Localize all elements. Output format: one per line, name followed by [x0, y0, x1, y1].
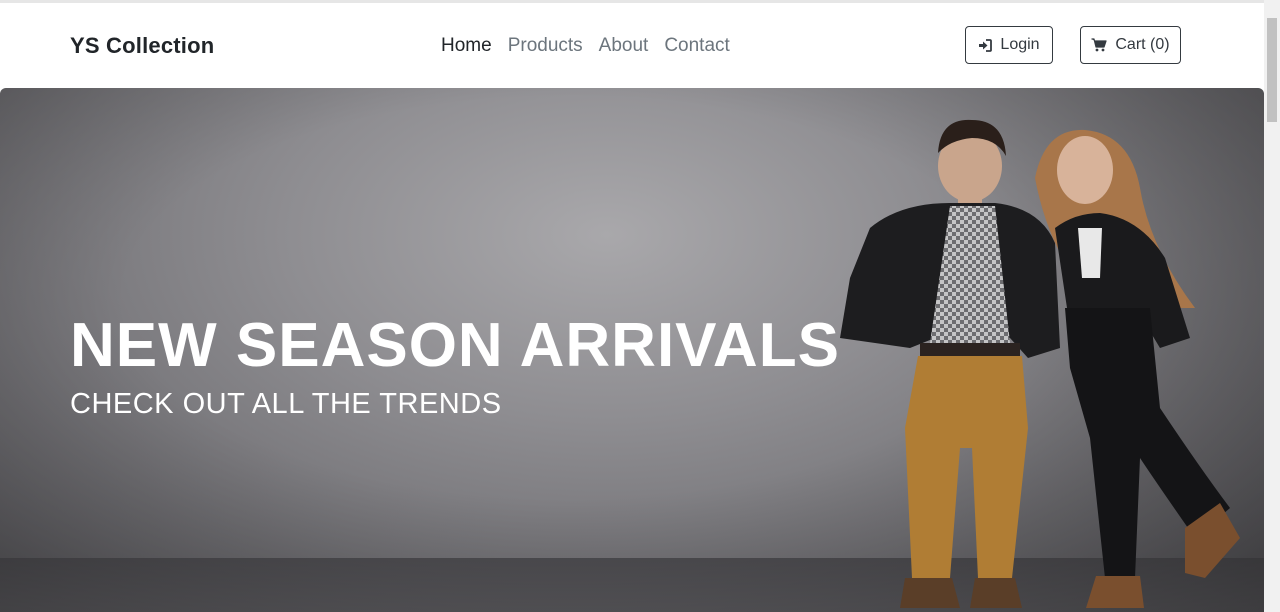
nav-link-about[interactable]: About: [599, 35, 649, 57]
female-model: [1035, 129, 1240, 608]
brand-logo[interactable]: YS Collection: [70, 33, 214, 59]
login-button[interactable]: Login: [965, 26, 1053, 64]
fashion-models-image: [840, 119, 1240, 608]
cart-button[interactable]: Cart (0): [1080, 26, 1181, 64]
male-model: [840, 119, 1060, 608]
login-label: Login: [1000, 36, 1040, 53]
nav-links: Home Products About Contact: [441, 35, 730, 57]
navbar: YS Collection Home Products About Contac…: [0, 3, 1264, 88]
scrollbar-thumb[interactable]: [1267, 18, 1277, 122]
hero-subtitle: CHECK OUT ALL THE TRENDS: [70, 388, 502, 420]
nav-link-products[interactable]: Products: [508, 35, 583, 57]
shopping-cart-icon: [1091, 38, 1107, 52]
nav-link-home[interactable]: Home: [441, 35, 492, 57]
hero-title: NEW SEASON ARRIVALS: [70, 311, 840, 380]
vertical-scrollbar[interactable]: [1264, 0, 1280, 612]
hero-banner: NEW SEASON ARRIVALS CHECK OUT ALL THE TR…: [0, 88, 1264, 612]
cart-label: Cart (0): [1115, 36, 1170, 53]
sign-in-icon: [978, 38, 993, 52]
nav-link-contact[interactable]: Contact: [664, 35, 729, 57]
